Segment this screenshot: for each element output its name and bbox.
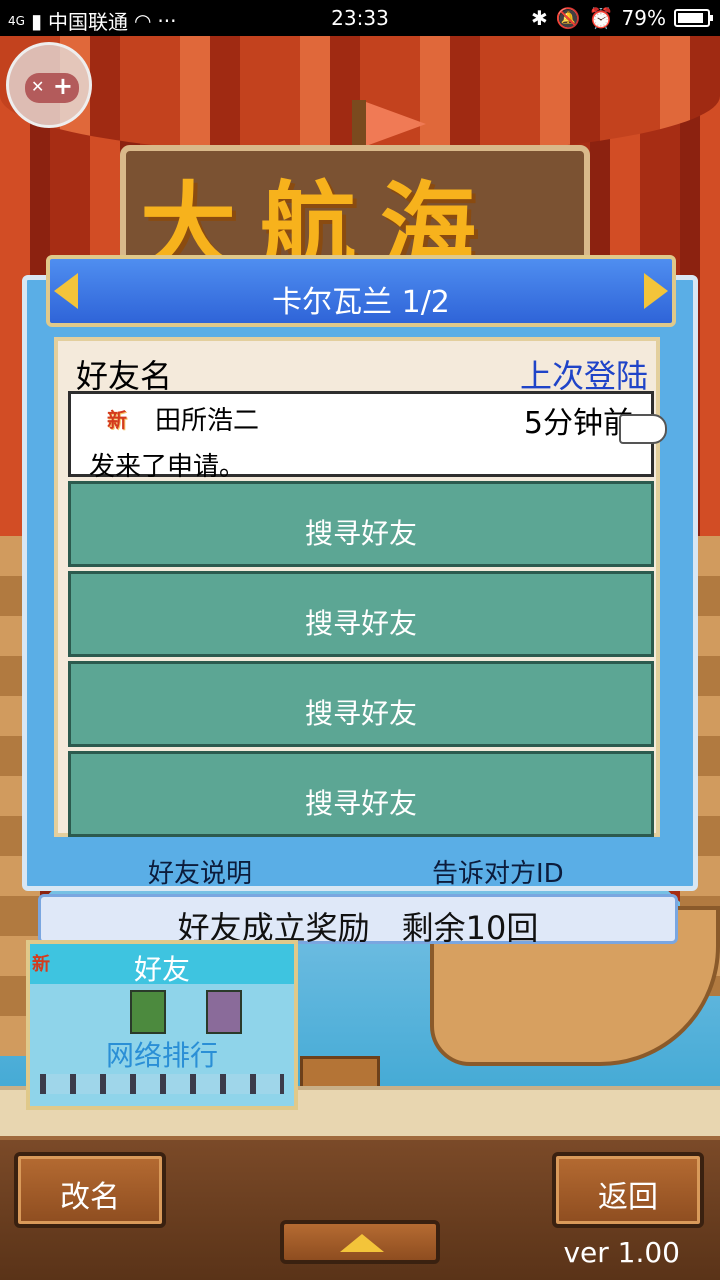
request-time: 5分钟前: [523, 406, 633, 441]
new-badge: 新: [107, 408, 127, 432]
character-sprite-icon: [206, 990, 242, 1034]
version-label: ver 1.00: [563, 1236, 680, 1269]
status-bar: 4G ▮ 中国联通 ◠ ··· 23:33 ✱ 🔕 ⏰ 79%: [0, 0, 720, 36]
battery-percent: 79%: [621, 6, 666, 30]
search-friend-label: 搜寻好友: [304, 607, 417, 640]
pointer-hand-icon: [619, 414, 667, 444]
next-page-arrow-icon[interactable]: [644, 273, 668, 309]
dialog-footer: 好友说明 告诉对方ID: [22, 845, 698, 889]
request-message: 发来了申请。: [89, 452, 246, 482]
search-friend-button[interactable]: 搜寻好友: [68, 481, 654, 567]
search-friend-label: 搜寻好友: [304, 697, 417, 730]
clock: 23:33: [331, 6, 389, 30]
battery-icon: [674, 9, 713, 27]
character-sprites: [130, 990, 280, 1038]
search-friend-button[interactable]: 搜寻好友: [68, 751, 654, 837]
search-friend-button[interactable]: 搜寻好友: [68, 661, 654, 747]
request-friend-name: 田所浩二: [155, 406, 260, 436]
friends-card-tab: 新 好友: [30, 944, 294, 986]
friend-help-link[interactable]: 好友说明: [148, 853, 252, 890]
search-friend-label: 搜寻好友: [304, 787, 417, 820]
dialog-title: 卡尔瓦兰 1/2: [272, 285, 450, 320]
dialog-title-banner: 卡尔瓦兰 1/2: [46, 255, 676, 327]
character-sprite-icon: [130, 990, 166, 1034]
expand-up-button[interactable]: [280, 1220, 440, 1264]
alarm-icon: ⏰: [588, 6, 614, 30]
bluetooth-icon: ✱: [530, 6, 548, 30]
friends-card-title: 好友: [133, 953, 190, 986]
mute-icon: 🔕: [555, 6, 581, 30]
search-friend-label: 搜寻好友: [304, 517, 417, 550]
dock-railing: [40, 1074, 284, 1094]
friend-request-row[interactable]: 新 田所浩二 5分钟前 发来了申请。: [68, 391, 667, 482]
friend-list-panel: 好友名 上次登陆 新 田所浩二 5分钟前 发来了申请。 搜寻好友 搜寻好友 搜寻…: [54, 337, 667, 837]
rename-button[interactable]: 改名: [14, 1152, 166, 1228]
flag-icon: [366, 102, 426, 146]
friends-card[interactable]: 新 好友 网络排行: [26, 940, 298, 1110]
chevron-up-icon: [340, 1234, 384, 1252]
network-ranking-label: 网络排行: [105, 1039, 218, 1072]
tell-id-link[interactable]: 告诉对方ID: [432, 853, 564, 890]
back-button[interactable]: 返回: [552, 1152, 704, 1228]
reward-bar: 好友成立奖励 剩余10回: [38, 894, 678, 947]
search-friend-button[interactable]: 搜寻好友: [68, 571, 654, 657]
gamepad-icon[interactable]: [6, 42, 92, 128]
list-header: 好友名 上次登陆: [76, 351, 648, 395]
